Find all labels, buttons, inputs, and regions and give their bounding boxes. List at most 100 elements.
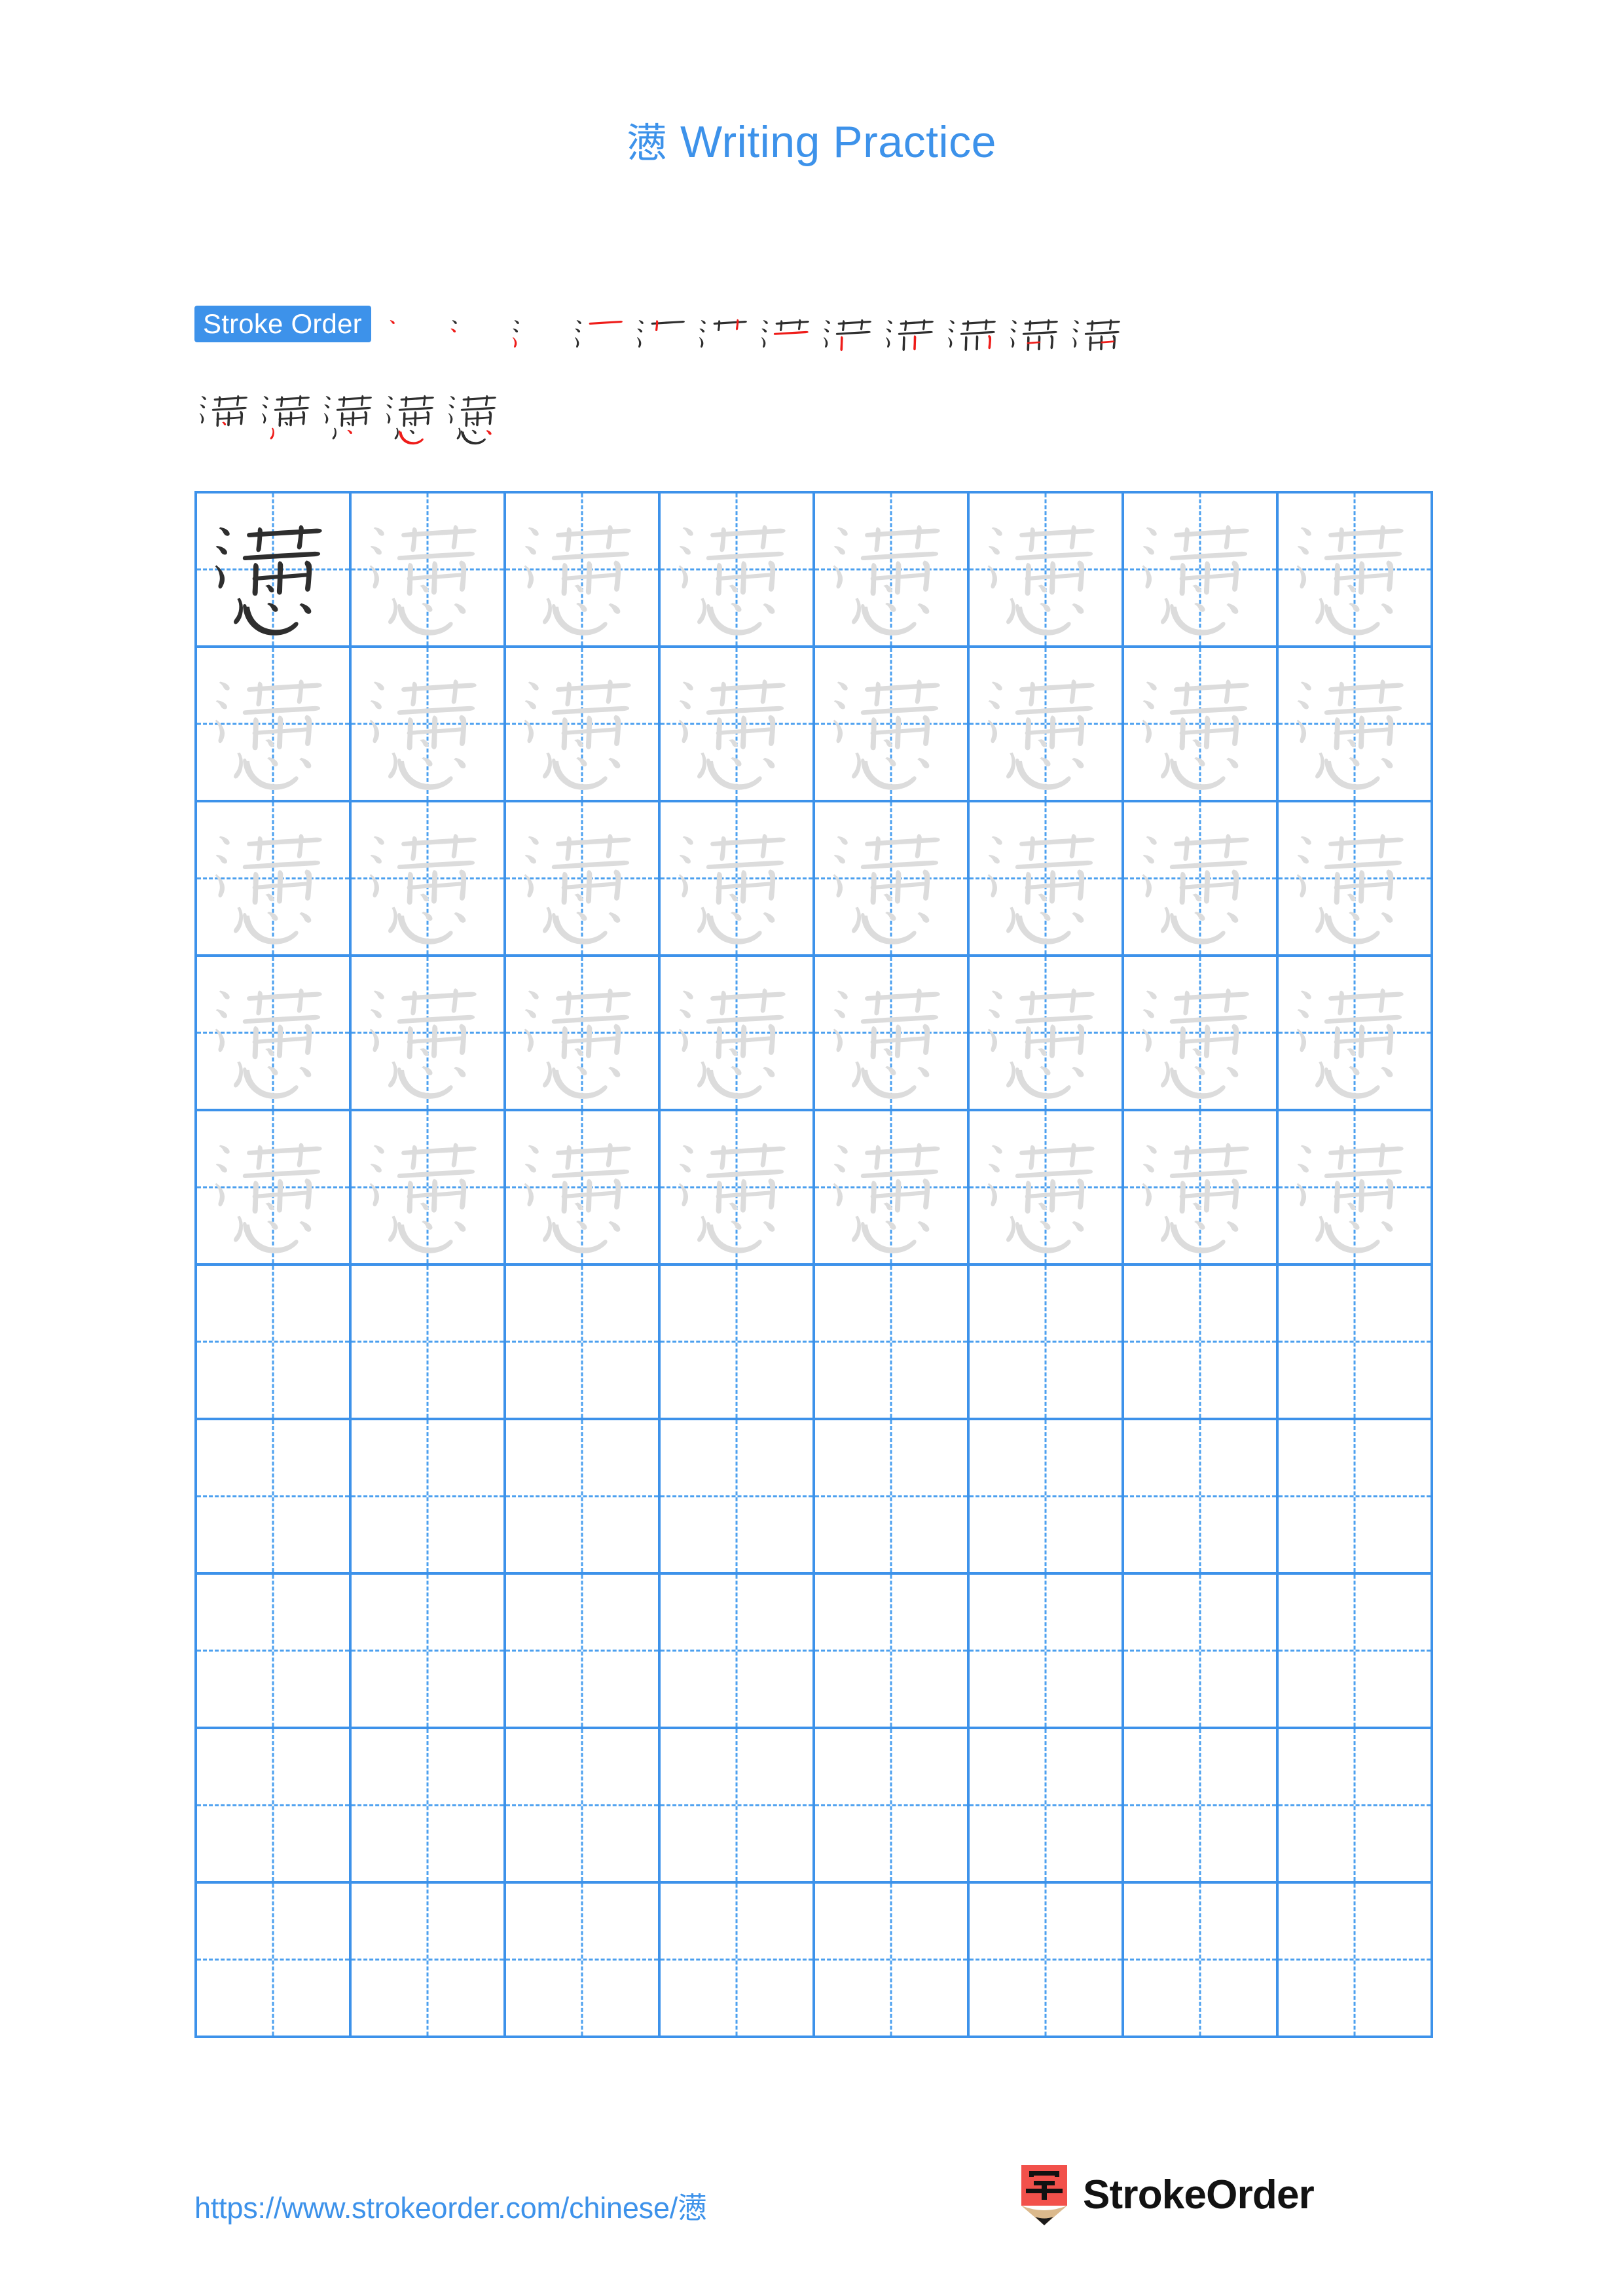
guide-line-vertical — [426, 1420, 429, 1572]
practice-cell-r6c4[interactable] — [661, 1266, 815, 1418]
practice-cell-r3c3[interactable] — [506, 802, 661, 954]
practice-cell-r8c3[interactable] — [506, 1575, 661, 1727]
practice-cell-r3c8[interactable] — [1279, 802, 1433, 954]
page-title: 懑 Writing Practice — [0, 110, 1623, 169]
practice-cell-r7c4[interactable] — [661, 1420, 815, 1572]
practice-cell-r6c1[interactable] — [197, 1266, 352, 1418]
practice-cell-r6c5[interactable] — [815, 1266, 970, 1418]
practice-cell-r2c4[interactable] — [661, 648, 815, 800]
guide-line-vertical — [1199, 1266, 1201, 1418]
trace-character — [1124, 493, 1276, 645]
practice-cell-r3c1[interactable] — [197, 802, 352, 954]
practice-cell-r3c6[interactable] — [970, 802, 1124, 954]
practice-cell-r8c2[interactable] — [352, 1575, 506, 1727]
trace-character — [506, 1111, 658, 1263]
trace-character — [661, 802, 812, 954]
practice-cell-r6c7[interactable] — [1124, 1266, 1279, 1418]
practice-cell-r9c8[interactable] — [1279, 1729, 1433, 1881]
practice-cell-r7c6[interactable] — [970, 1420, 1124, 1572]
stroke-step-2 — [445, 302, 507, 376]
practice-cell-r1c2[interactable] — [352, 493, 506, 645]
practice-cell-r6c3[interactable] — [506, 1266, 661, 1418]
practice-cell-r3c7[interactable] — [1124, 802, 1279, 954]
stroke-step-3 — [507, 302, 570, 376]
practice-cell-r9c3[interactable] — [506, 1729, 661, 1881]
trace-character — [661, 493, 812, 645]
practice-cell-r10c5[interactable] — [815, 1884, 970, 2036]
practice-cell-r7c5[interactable] — [815, 1420, 970, 1572]
practice-cell-r10c3[interactable] — [506, 1884, 661, 2036]
practice-cell-r5c3[interactable] — [506, 1111, 661, 1263]
trace-character — [970, 957, 1122, 1109]
practice-cell-r1c3[interactable] — [506, 493, 661, 645]
practice-cell-r5c8[interactable] — [1279, 1111, 1433, 1263]
practice-cell-r5c5[interactable] — [815, 1111, 970, 1263]
practice-cell-r1c1[interactable] — [197, 493, 352, 645]
practice-cell-r6c2[interactable] — [352, 1266, 506, 1418]
practice-cell-r10c7[interactable] — [1124, 1884, 1279, 2036]
practice-cell-r9c1[interactable] — [197, 1729, 352, 1881]
practice-cell-r4c8[interactable] — [1279, 957, 1433, 1109]
practice-cell-r6c6[interactable] — [970, 1266, 1124, 1418]
practice-cell-r7c8[interactable] — [1279, 1420, 1433, 1572]
practice-cell-r2c8[interactable] — [1279, 648, 1433, 800]
practice-cell-r2c7[interactable] — [1124, 648, 1279, 800]
practice-cell-r1c6[interactable] — [970, 493, 1124, 645]
brand-logo-group[interactable]: StrokeOrder — [1019, 2165, 1315, 2225]
practice-cell-r5c6[interactable] — [970, 1111, 1124, 1263]
practice-cell-r8c5[interactable] — [815, 1575, 970, 1727]
practice-cell-r10c4[interactable] — [661, 1884, 815, 2036]
practice-cell-r1c8[interactable] — [1279, 493, 1433, 645]
practice-cell-r2c5[interactable] — [815, 648, 970, 800]
practice-cell-r8c8[interactable] — [1279, 1575, 1433, 1727]
practice-cell-r5c4[interactable] — [661, 1111, 815, 1263]
practice-cell-r2c1[interactable] — [197, 648, 352, 800]
practice-cell-r2c3[interactable] — [506, 648, 661, 800]
practice-cell-r8c6[interactable] — [970, 1575, 1124, 1727]
practice-cell-r5c1[interactable] — [197, 1111, 352, 1263]
trace-character — [506, 802, 658, 954]
practice-cell-r6c8[interactable] — [1279, 1266, 1433, 1418]
practice-cell-r8c1[interactable] — [197, 1575, 352, 1727]
practice-cell-r4c1[interactable] — [197, 957, 352, 1109]
practice-cell-r3c5[interactable] — [815, 802, 970, 954]
practice-cell-r10c1[interactable] — [197, 1884, 352, 2036]
guide-line-vertical — [1044, 1266, 1047, 1418]
practice-cell-r4c4[interactable] — [661, 957, 815, 1109]
practice-cell-r4c3[interactable] — [506, 957, 661, 1109]
practice-row — [197, 648, 1433, 802]
practice-cell-r10c6[interactable] — [970, 1884, 1124, 2036]
practice-cell-r5c7[interactable] — [1124, 1111, 1279, 1263]
practice-cell-r2c6[interactable] — [970, 648, 1124, 800]
practice-cell-r1c7[interactable] — [1124, 493, 1279, 645]
practice-cell-r8c4[interactable] — [661, 1575, 815, 1727]
practice-cell-r7c2[interactable] — [352, 1420, 506, 1572]
practice-cell-r7c3[interactable] — [506, 1420, 661, 1572]
practice-cell-r3c4[interactable] — [661, 802, 815, 954]
footer-url-link[interactable]: https://www.strokeorder.com/chinese/懑 — [194, 2184, 707, 2227]
pencil-logo-icon — [1019, 2165, 1070, 2225]
practice-cell-r9c4[interactable] — [661, 1729, 815, 1881]
practice-cell-r9c2[interactable] — [352, 1729, 506, 1881]
practice-cell-r4c7[interactable] — [1124, 957, 1279, 1109]
practice-cell-r3c2[interactable] — [352, 802, 506, 954]
page-title-suffix: Writing Practice — [667, 117, 996, 167]
practice-cell-r10c2[interactable] — [352, 1884, 506, 2036]
practice-cell-r8c7[interactable] — [1124, 1575, 1279, 1727]
practice-cell-r9c5[interactable] — [815, 1729, 970, 1881]
guide-line-vertical — [735, 1575, 738, 1727]
practice-cell-r10c8[interactable] — [1279, 1884, 1433, 2036]
practice-cell-r1c5[interactable] — [815, 493, 970, 645]
practice-cell-r7c1[interactable] — [197, 1420, 352, 1572]
practice-cell-r7c7[interactable] — [1124, 1420, 1279, 1572]
trace-character — [352, 957, 503, 1109]
practice-cell-r2c2[interactable] — [352, 648, 506, 800]
practice-cell-r4c6[interactable] — [970, 957, 1124, 1109]
practice-cell-r4c5[interactable] — [815, 957, 970, 1109]
practice-cell-r1c4[interactable] — [661, 493, 815, 645]
practice-cell-r9c7[interactable] — [1124, 1729, 1279, 1881]
practice-cell-r5c2[interactable] — [352, 1111, 506, 1263]
practice-cell-r4c2[interactable] — [352, 957, 506, 1109]
practice-cell-r9c6[interactable] — [970, 1729, 1124, 1881]
guide-line-vertical — [735, 1729, 738, 1881]
